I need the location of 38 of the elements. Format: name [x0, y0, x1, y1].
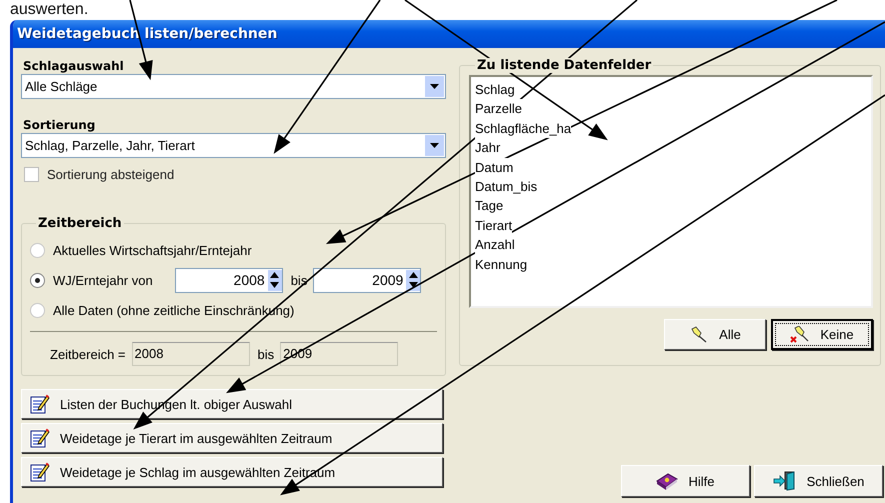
radio-button[interactable]: [30, 242, 45, 258]
list-item[interactable]: Schlagfläche_ha: [475, 118, 572, 138]
group-title: Zeitbereich: [37, 216, 123, 231]
report-button[interactable]: Weidetage je Tierart im ausgewählten Zeitraum: [21, 423, 443, 453]
checkbox[interactable]: [24, 166, 39, 182]
checkbox-label: Sortierung absteigend: [47, 166, 174, 182]
year-spinner[interactable]: 2008: [174, 268, 283, 292]
range-label: Zeitbereich =: [50, 346, 126, 362]
select-button[interactable]: Alle: [664, 319, 766, 350]
pushpin-remove-icon: [790, 326, 810, 344]
dropdown[interactable]: Schlag, Parzelle, Jahr, Tierart: [21, 133, 446, 158]
year-spinner[interactable]: 2009: [313, 268, 422, 292]
radio-button[interactable]: [30, 302, 45, 318]
help-book-icon: [656, 471, 678, 491]
field-label: Schlagauswahl: [22, 58, 125, 74]
notepad-pencil-icon: [30, 462, 50, 482]
notepad-pencil-icon: [30, 428, 50, 448]
window-title: Weidetagebuch listen/berechnen: [17, 26, 278, 42]
list-item[interactable]: Anzahl: [475, 235, 515, 255]
radio-label: Aktuelles Wirtschaftsjahr/Erntejahr: [53, 242, 252, 258]
spin-arrows-icon[interactable]: [406, 270, 420, 290]
dialog-button[interactable]: Hilfe: [621, 465, 750, 497]
group-title: Zu listende Datenfelder: [475, 58, 654, 73]
field-list[interactable]: Schlag Parzelle Schlagfläche_ha Jahr Datum Datum_bis Tage Tierart Anzahl Kennung: [469, 75, 873, 308]
notepad-pencil-icon: [30, 394, 50, 414]
exit-door-icon: [772, 471, 797, 491]
dialog-button[interactable]: Schließen: [754, 465, 883, 497]
range-separator: bis: [258, 346, 274, 362]
radio-label: WJ/Erntejahr von: [53, 272, 153, 288]
spin-arrows-icon[interactable]: [268, 270, 282, 290]
caption-text: auswerten.: [10, 0, 90, 19]
list-item[interactable]: Parzelle: [475, 99, 522, 119]
dropdown[interactable]: Alle Schläge: [21, 74, 446, 99]
select-button[interactable]: Keine: [771, 319, 873, 350]
field-label: Sortierung: [22, 117, 96, 133]
range-separator: bis: [290, 272, 308, 288]
radio-button[interactable]: [30, 272, 45, 288]
readonly-field: 2008: [132, 342, 250, 366]
